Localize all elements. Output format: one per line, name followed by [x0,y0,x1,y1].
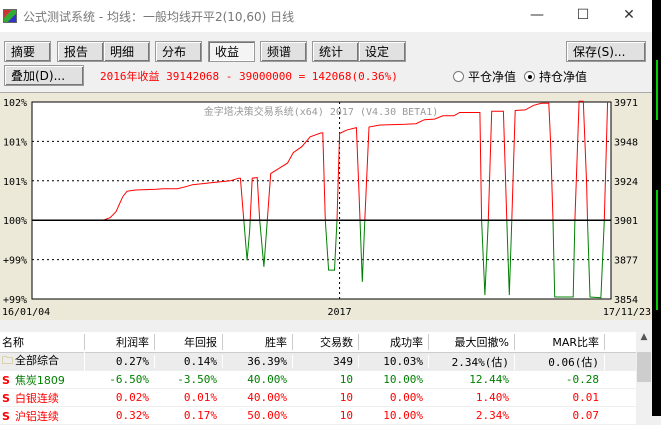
cell: 10.03% [359,355,429,368]
cell: -3.50% [155,373,223,386]
cell: 0.01% [155,391,223,404]
y-tick-label-left: 102% [3,98,27,109]
cell: 1.40% [429,391,515,404]
radio-button[interactable] [453,71,464,82]
y-tick-label-right: 3854 [614,295,638,306]
tab-3[interactable]: 分布 [155,41,202,62]
cell: 36.39% [223,355,293,368]
row-label: 白银连续 [14,391,59,405]
cell: 40.00% [223,391,293,404]
column-header[interactable]: 利润率 [85,334,155,350]
y-tick-label-right: 3924 [614,177,638,188]
tab-0[interactable]: 摘要 [4,41,51,62]
app-icon [3,9,17,23]
table-row[interactable]: S 白银连续 0.02% 0.01% 40.00% 10 0.00% 1.40% 0.01 [0,389,636,407]
x-tick-label: 16/01/04 [2,307,50,318]
strategy-s-icon: S [2,391,10,405]
column-header[interactable]: 交易数 [293,334,359,350]
equity-chart: 102% 3971 101% 3948 101% 3924 100% 3901 +99% 3877… [2,98,651,318]
strategy-s-icon: S [2,409,10,423]
tab-4[interactable]: 收益 [208,41,255,62]
x-tick-label: 2017 [328,307,352,318]
x-tick-label: 17/11/23 [603,307,651,318]
cell: 10 [293,373,359,386]
tab-1[interactable]: 报告 [57,41,104,62]
column-header[interactable]: 胜率 [223,334,293,350]
y-tick-label-left: +99% [3,295,27,306]
radio-hold-equity[interactable]: 持仓净值 [524,68,587,85]
cell: 12.44% [429,373,515,386]
cell: 2.34%(估) [429,353,515,370]
equity-chart-panel: 102% 3971 101% 3948 101% 3924 100% 3901 +99% 3877… [0,92,652,320]
row-label: 沪铝连续 [14,409,59,423]
scroll-up-icon[interactable]: ▲ [636,332,652,342]
close-button[interactable]: ✕ [606,0,652,30]
cell: 10.00% [359,373,429,386]
table-header: 名称 利润率 年回报 胜率 交易数 成功率 最大回撤% MAR比率 [0,332,636,353]
row-name: S 白银连续 [0,389,85,406]
maximize-button[interactable]: ☐ [560,0,606,30]
folder-icon: 🗀 [2,354,13,367]
y-tick-label-left: 100% [3,216,27,227]
table-row[interactable]: S 沪铝连续 0.32% 0.17% 50.00% 10 10.00% 2.34% 0.07 [0,407,636,425]
radio-button-selected[interactable] [524,71,535,82]
cell: 0.02% [85,391,155,404]
scroll-thumb[interactable] [637,352,651,382]
radio-label: 持仓净值 [539,70,588,84]
cell: 349 [293,355,359,368]
cell: -6.50% [85,373,155,386]
table-row[interactable]: S 焦炭1809 -6.50% -3.50% 40.00% 10 10.00% 12.44% -… [0,371,636,389]
radio-close-equity[interactable]: 平仓净值 [453,68,516,85]
tab-2[interactable]: 明细 [103,41,150,62]
yearly-return-summary: 2016年收益 39142068 - 39000000 = 142068(0.3… [100,70,398,83]
row-name: 🗀 全部综合 [0,352,85,371]
table-row[interactable]: 🗀 全部综合 0.27% 0.14% 36.39% 349 10.03% 2.34%(估) 0.… [0,352,636,371]
tab-6[interactable]: 统计 [312,41,359,62]
column-header[interactable]: 名称 [0,334,85,350]
column-header[interactable]: 成功率 [359,334,429,350]
y-tick-label-left: 101% [3,137,27,148]
row-label: 焦炭1809 [14,373,65,387]
cell: 0.14% [155,355,223,368]
overlay-button[interactable]: 叠加(D)... [4,65,84,86]
vertical-scrollbar[interactable]: ▲ [636,332,652,416]
cell: 10 [293,391,359,404]
cell: 0.01 [515,391,605,404]
tab-5[interactable]: 频谱 [260,41,307,62]
radio-label: 平仓净值 [468,70,517,84]
y-tick-label-left: 101% [3,177,27,188]
cell: -0.28 [515,373,605,386]
row-label: 全部综合 [15,354,59,367]
column-header[interactable]: 年回报 [155,334,223,350]
column-header[interactable]: 最大回撤% [429,334,515,350]
row-name: S 焦炭1809 [0,371,85,388]
results-table: 名称 利润率 年回报 胜率 交易数 成功率 最大回撤% MAR比率 🗀 全部综合 0.27% 0.14… [0,332,636,425]
window-title: 公式测试系统 - 均线：一般均线开平2(10,60) 日线 [23,9,295,24]
y-tick-label-right: 3971 [614,98,638,109]
background-chart-strip [652,0,661,416]
plot-area [31,101,612,300]
tab-7[interactable]: 设定 [358,41,406,62]
cell: 0.00% [359,391,429,404]
y-tick-label-left: +99% [3,256,27,267]
cell: 0.27% [85,355,155,368]
save-button[interactable]: 保存(S)... [566,41,646,62]
y-tick-label-right: 3877 [614,256,638,267]
column-header[interactable]: MAR比率 [515,334,605,350]
title-bar: 公式测试系统 - 均线：一般均线开平2(10,60) 日线 — ☐ ✕ [0,0,652,32]
strategy-s-icon: S [2,373,10,387]
cell: 40.00% [223,373,293,386]
minimize-button[interactable]: — [514,0,560,30]
y-tick-label-right: 3948 [614,137,638,148]
cell: 0.06(估) [515,353,605,370]
y-tick-label-right: 3901 [614,216,638,227]
watermark: 金字塔决策交易系统(x64) 2017 (V4.30 BETA1) [204,105,439,118]
